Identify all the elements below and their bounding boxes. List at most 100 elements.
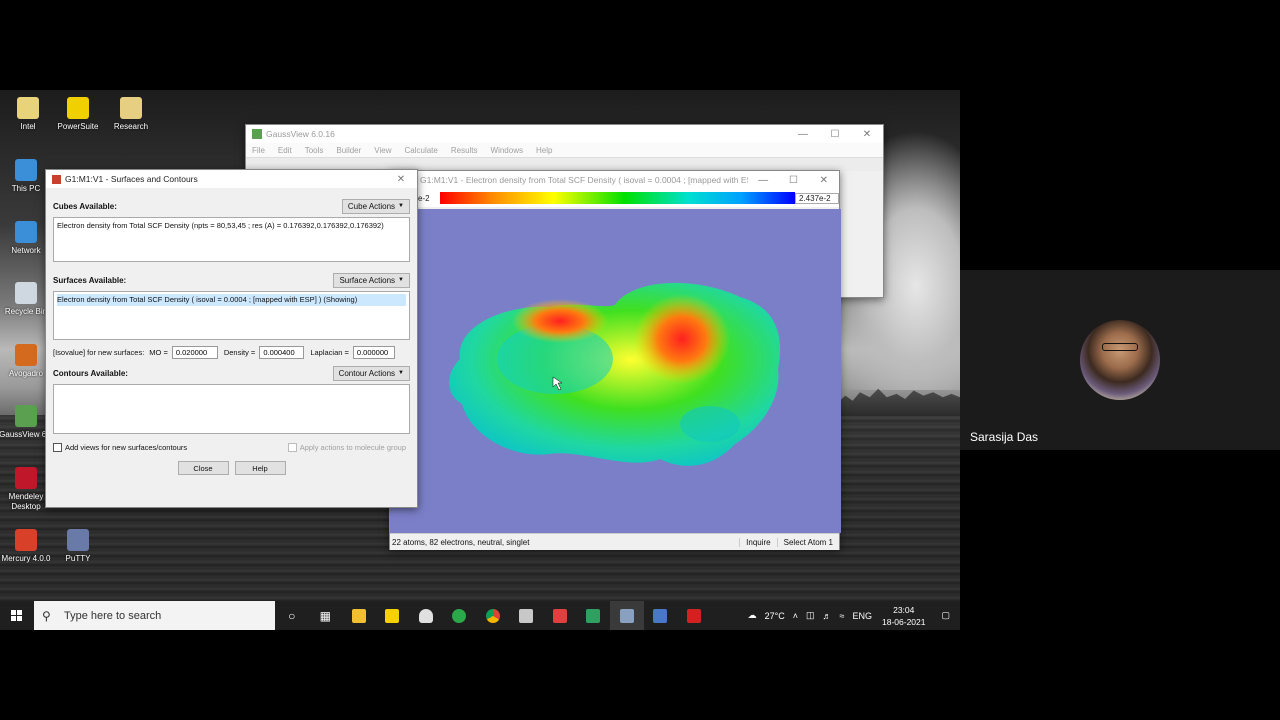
add-views-checkbox[interactable]: [53, 443, 62, 452]
notifications-icon[interactable]: ▢: [931, 610, 960, 621]
status-molecule-info: 22 atoms, 82 electrons, neutral, singlet: [392, 537, 530, 547]
avatar: [1080, 320, 1160, 400]
cube-actions-button[interactable]: Cube Actions ▼: [341, 198, 410, 214]
app-blue-icon[interactable]: [644, 601, 678, 630]
screen: Intel PowerSuite Research This PC Networ…: [0, 0, 1280, 720]
menu-builder[interactable]: Builder: [336, 146, 361, 155]
clock[interactable]: 23:04 18-06-2021: [876, 604, 931, 628]
weather-icon[interactable]: ☁: [744, 610, 761, 621]
list-item[interactable]: Electron density from Total SCF Density …: [57, 294, 406, 306]
desktop-icon-research[interactable]: Research: [103, 97, 159, 132]
mercury-icon: [15, 529, 37, 551]
clock-date: 18-06-2021: [882, 616, 926, 627]
colorbar-max[interactable]: 2.437e-2: [795, 192, 839, 204]
gaussview-titlebar[interactable]: GaussView 6.0.16 — ☐ ✕: [246, 125, 883, 143]
molecule-canvas[interactable]: [390, 209, 841, 533]
esp-surface: [448, 282, 781, 466]
isovalue-label: [Isovalue] for new surfaces:: [53, 347, 145, 357]
chevron-down-icon: ▼: [398, 370, 404, 376]
minimize-icon[interactable]: —: [787, 129, 819, 140]
security-icon[interactable]: [409, 601, 443, 630]
glasses-icon: [1102, 343, 1138, 351]
help-button[interactable]: Help: [234, 461, 286, 475]
desktop-icon-putty[interactable]: PuTTY: [50, 529, 106, 564]
molecule-view-titlebar[interactable]: G1:M1:V1 - Electron density from Total S…: [390, 171, 839, 189]
mo-isovalue-field[interactable]: [171, 345, 218, 359]
close-button[interactable]: Close: [177, 461, 229, 475]
putty-icon: [67, 529, 89, 551]
cubes-list[interactable]: Electron density from Total SCF Density …: [53, 217, 410, 262]
gaussview-taskbar-icon[interactable]: [610, 601, 644, 630]
folder-icon: [120, 97, 142, 119]
list-item[interactable]: Electron density from Total SCF Density …: [57, 220, 406, 232]
contours-list[interactable]: [53, 384, 410, 434]
app-green2-icon[interactable]: [577, 601, 611, 630]
apply-actions-checkbox[interactable]: [287, 443, 297, 452]
contours-header: Contours Available: Contour Actions ▼: [53, 365, 410, 381]
network-icon: [15, 221, 37, 243]
close-icon[interactable]: ✕: [385, 174, 417, 185]
sticky-notes-icon[interactable]: [376, 601, 410, 630]
surfaces-dialog-titlebar[interactable]: G1:M1:V1 - Surfaces and Contours ✕: [46, 170, 417, 188]
chevron-down-icon: ▼: [398, 203, 404, 209]
gaussview-app-icon: [252, 129, 262, 139]
desktop-icon-intel[interactable]: Intel: [0, 97, 56, 132]
isovalue-row: [Isovalue] for new surfaces: MO = Densit…: [53, 345, 410, 359]
task-view-icon[interactable]: ▦: [309, 601, 343, 630]
acrobat-icon[interactable]: [677, 601, 711, 630]
computer-icon: [15, 159, 37, 181]
menu-results[interactable]: Results: [451, 146, 478, 155]
weather-temp[interactable]: 27°C: [761, 611, 789, 621]
windows-logo-icon: [11, 609, 23, 622]
colorbar-gradient: [440, 192, 795, 204]
cubes-header: Cubes Available: Cube Actions ▼: [53, 198, 410, 214]
taskbar: ⚲ Type here to search ○ ▦ ☁ 27°C ˄ ◫ ♬ ≈…: [0, 601, 960, 630]
app-red-icon[interactable]: [543, 601, 577, 630]
surface-actions-button[interactable]: Surface Actions ▼: [333, 272, 410, 288]
menu-file[interactable]: File: [252, 146, 265, 155]
desktop-icon-mercury[interactable]: Mercury 4.0.0: [0, 529, 54, 564]
contour-actions-button[interactable]: Contour Actions ▼: [332, 365, 410, 381]
mendeley-icon: [15, 467, 37, 489]
participant-name: Sarasija Das: [970, 430, 1039, 444]
menu-windows[interactable]: Windows: [491, 146, 523, 155]
surfaces-contours-dialog[interactable]: G1:M1:V1 - Surfaces and Contours ✕ Cubes…: [45, 169, 418, 508]
menu-edit[interactable]: Edit: [278, 146, 292, 155]
gaussview-menubar: File Edit Tools Builder View Calculate R…: [246, 143, 883, 157]
density-isovalue-field[interactable]: [259, 345, 305, 359]
dialog-buttons: Close Help: [53, 461, 410, 475]
minimize-icon[interactable]: —: [748, 175, 778, 186]
app-gray-icon[interactable]: [510, 601, 544, 630]
close-icon[interactable]: ✕: [851, 129, 883, 140]
app-green-icon[interactable]: [443, 601, 477, 630]
laplacian-isovalue-field[interactable]: [352, 345, 395, 359]
surfaces-list[interactable]: Electron density from Total SCF Density …: [53, 291, 410, 340]
menu-calculate[interactable]: Calculate: [404, 146, 437, 155]
menu-help[interactable]: Help: [536, 146, 552, 155]
maximize-icon[interactable]: ☐: [819, 129, 851, 140]
menu-tools[interactable]: Tools: [305, 146, 324, 155]
status-action: Select Atom 1: [776, 537, 839, 547]
start-button[interactable]: [0, 601, 34, 630]
gaussview-title: GaussView 6.0.16: [266, 129, 335, 139]
chevron-up-icon[interactable]: ˄: [789, 611, 802, 621]
close-icon[interactable]: ✕: [809, 175, 839, 186]
desktop-icon-powersuite[interactable]: PowerSuite: [50, 97, 106, 132]
powersuite-icon: [67, 97, 89, 119]
file-explorer-icon[interactable]: [342, 601, 376, 630]
cortana-icon[interactable]: ○: [275, 601, 309, 630]
folder-icon: [17, 97, 39, 119]
wifi-icon[interactable]: ≈: [836, 611, 849, 621]
esp-colorbar: e-2 2.437e-2: [390, 189, 839, 207]
options-row: Add views for new surfaces/contours Appl…: [53, 443, 410, 452]
volume-icon[interactable]: ♬: [819, 611, 836, 621]
maximize-icon[interactable]: ☐: [778, 175, 808, 186]
language-indicator[interactable]: ENG: [848, 611, 876, 621]
surfaces-header: Surfaces Available: Surface Actions ▼: [53, 272, 410, 288]
chrome-icon[interactable]: [476, 601, 510, 630]
menu-view[interactable]: View: [374, 146, 391, 155]
chevron-down-icon: ▼: [398, 277, 404, 283]
molecule-view-window[interactable]: G1:M1:V1 - Electron density from Total S…: [389, 170, 841, 550]
taskbar-search[interactable]: ⚲ Type here to search: [34, 601, 275, 630]
network-icon[interactable]: ◫: [802, 610, 819, 621]
